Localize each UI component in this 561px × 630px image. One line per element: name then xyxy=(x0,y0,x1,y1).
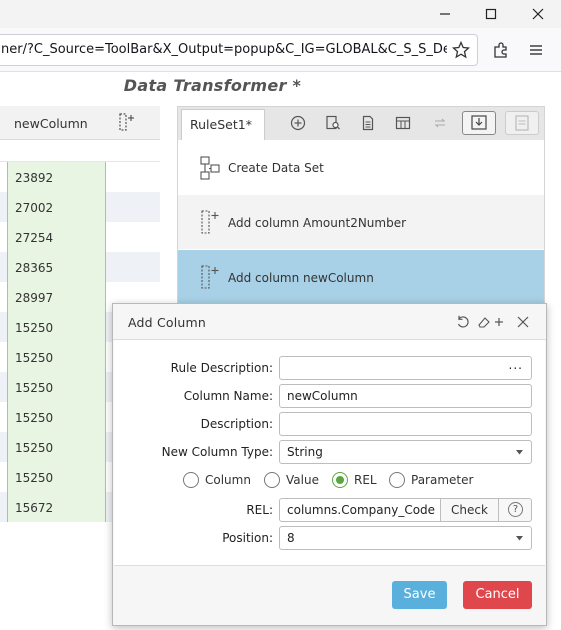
position-value: 8 xyxy=(287,531,295,545)
minimize-icon xyxy=(440,13,450,15)
add-circle-icon xyxy=(290,115,306,131)
dialog-close-button[interactable] xyxy=(516,315,530,329)
help-button[interactable]: ? xyxy=(498,498,532,522)
selected-column-highlight xyxy=(7,162,106,522)
table-cell[interactable]: 15250 xyxy=(15,441,53,455)
undo-icon xyxy=(457,315,469,328)
rel-label: REL: xyxy=(246,503,273,517)
column-name-label: Column Name: xyxy=(183,389,273,403)
table-cell[interactable]: 15250 xyxy=(15,411,53,425)
table-cell[interactable]: 15250 xyxy=(15,381,53,395)
clipboard-button[interactable] xyxy=(505,111,539,135)
rule-label: Add column Amount2Number xyxy=(228,216,407,230)
maximize-button[interactable] xyxy=(468,0,514,28)
clipboard-icon xyxy=(515,115,529,131)
minimize-button[interactable] xyxy=(422,0,468,28)
more-button[interactable]: ... xyxy=(509,354,523,376)
radio-rel-label: REL xyxy=(354,473,377,487)
inspect-rule-button[interactable] xyxy=(322,112,344,134)
new-column-type-value: String xyxy=(287,445,323,459)
table-cell[interactable]: 27254 xyxy=(15,231,53,245)
description-field[interactable] xyxy=(279,412,532,436)
check-button[interactable]: Check xyxy=(440,498,499,522)
chevron-down-icon xyxy=(516,450,523,455)
table-cell[interactable]: 15250 xyxy=(15,351,53,365)
url-text[interactable]: ner/?C_Source=ToolBar&X_Output=popup&C_I… xyxy=(1,35,447,65)
create-dataset-icon xyxy=(199,155,221,181)
position-select[interactable]: 8 xyxy=(279,526,532,550)
search-document-icon xyxy=(326,115,340,130)
eraser-add-button[interactable] xyxy=(476,314,506,330)
help-icon: ? xyxy=(508,502,523,517)
table-cell[interactable]: 15250 xyxy=(15,321,53,335)
save-button[interactable]: Save xyxy=(392,581,447,609)
cancel-button[interactable]: Cancel xyxy=(463,581,532,609)
table-cell[interactable]: 27002 xyxy=(15,201,53,215)
radio-value[interactable] xyxy=(264,472,280,488)
bookmark-star-button[interactable] xyxy=(449,38,473,62)
table-cell[interactable]: 15672 xyxy=(15,501,53,515)
table-cell[interactable]: 28997 xyxy=(15,291,53,305)
radio-rel[interactable] xyxy=(332,472,348,488)
maximize-icon xyxy=(485,8,497,20)
radio-parameter-label: Parameter xyxy=(411,473,474,487)
document-icon xyxy=(362,115,374,131)
radio-column-label: Column xyxy=(205,473,251,487)
table-icon xyxy=(395,116,411,130)
extensions-button[interactable] xyxy=(489,38,513,62)
grid-filter-row xyxy=(0,141,160,162)
add-column-header-button[interactable] xyxy=(118,112,136,132)
add-column-icon xyxy=(199,264,221,290)
description-label: Description: xyxy=(200,417,273,431)
rel-field[interactable]: columns.Company_Code xyxy=(279,498,441,522)
new-column-type-select[interactable]: String xyxy=(279,440,532,464)
import-icon xyxy=(471,115,487,130)
table-cell[interactable]: 15250 xyxy=(15,471,53,485)
close-window-button[interactable] xyxy=(515,0,561,28)
rule-label: Create Data Set xyxy=(228,161,324,175)
rule-description-field[interactable]: ... xyxy=(279,356,532,380)
table-cell[interactable]: 28365 xyxy=(15,261,53,275)
rule-label: Add column newColumn xyxy=(228,271,374,285)
new-column-type-label: New Column Type: xyxy=(161,445,273,459)
table-cell[interactable]: 23892 xyxy=(15,171,53,185)
radio-parameter[interactable] xyxy=(389,472,405,488)
radio-column[interactable] xyxy=(183,472,199,488)
close-icon xyxy=(517,316,529,328)
url-bar[interactable]: ner/?C_Source=ToolBar&X_Output=popup&C_I… xyxy=(0,34,478,66)
add-column-icon xyxy=(119,113,134,131)
add-column-icon xyxy=(199,209,221,235)
menu-button[interactable] xyxy=(524,38,548,62)
app-title: Data Transformer * xyxy=(123,76,302,95)
add-rule-button[interactable] xyxy=(287,112,309,134)
star-icon xyxy=(452,41,470,59)
column-header[interactable]: newColumn xyxy=(14,116,88,131)
table-view-button[interactable] xyxy=(392,112,414,134)
eraser-plus-icon xyxy=(478,317,503,328)
chevron-down-icon xyxy=(516,536,523,541)
rule-description-label: Rule Description: xyxy=(170,361,273,375)
puzzle-icon xyxy=(494,42,507,58)
tab-ruleset1[interactable]: RuleSet1* xyxy=(181,109,265,140)
column-name-field[interactable]: newColumn xyxy=(279,384,532,408)
position-label: Position: xyxy=(222,531,273,545)
reset-button[interactable] xyxy=(455,314,471,330)
swap-icon xyxy=(434,118,446,128)
close-icon xyxy=(532,8,544,20)
swap-button[interactable] xyxy=(429,112,451,134)
document-button[interactable] xyxy=(357,112,379,134)
import-button[interactable] xyxy=(462,111,496,135)
radio-value-label: Value xyxy=(286,473,319,487)
dialog-title: Add Column xyxy=(128,315,207,330)
hamburger-icon xyxy=(530,45,542,55)
